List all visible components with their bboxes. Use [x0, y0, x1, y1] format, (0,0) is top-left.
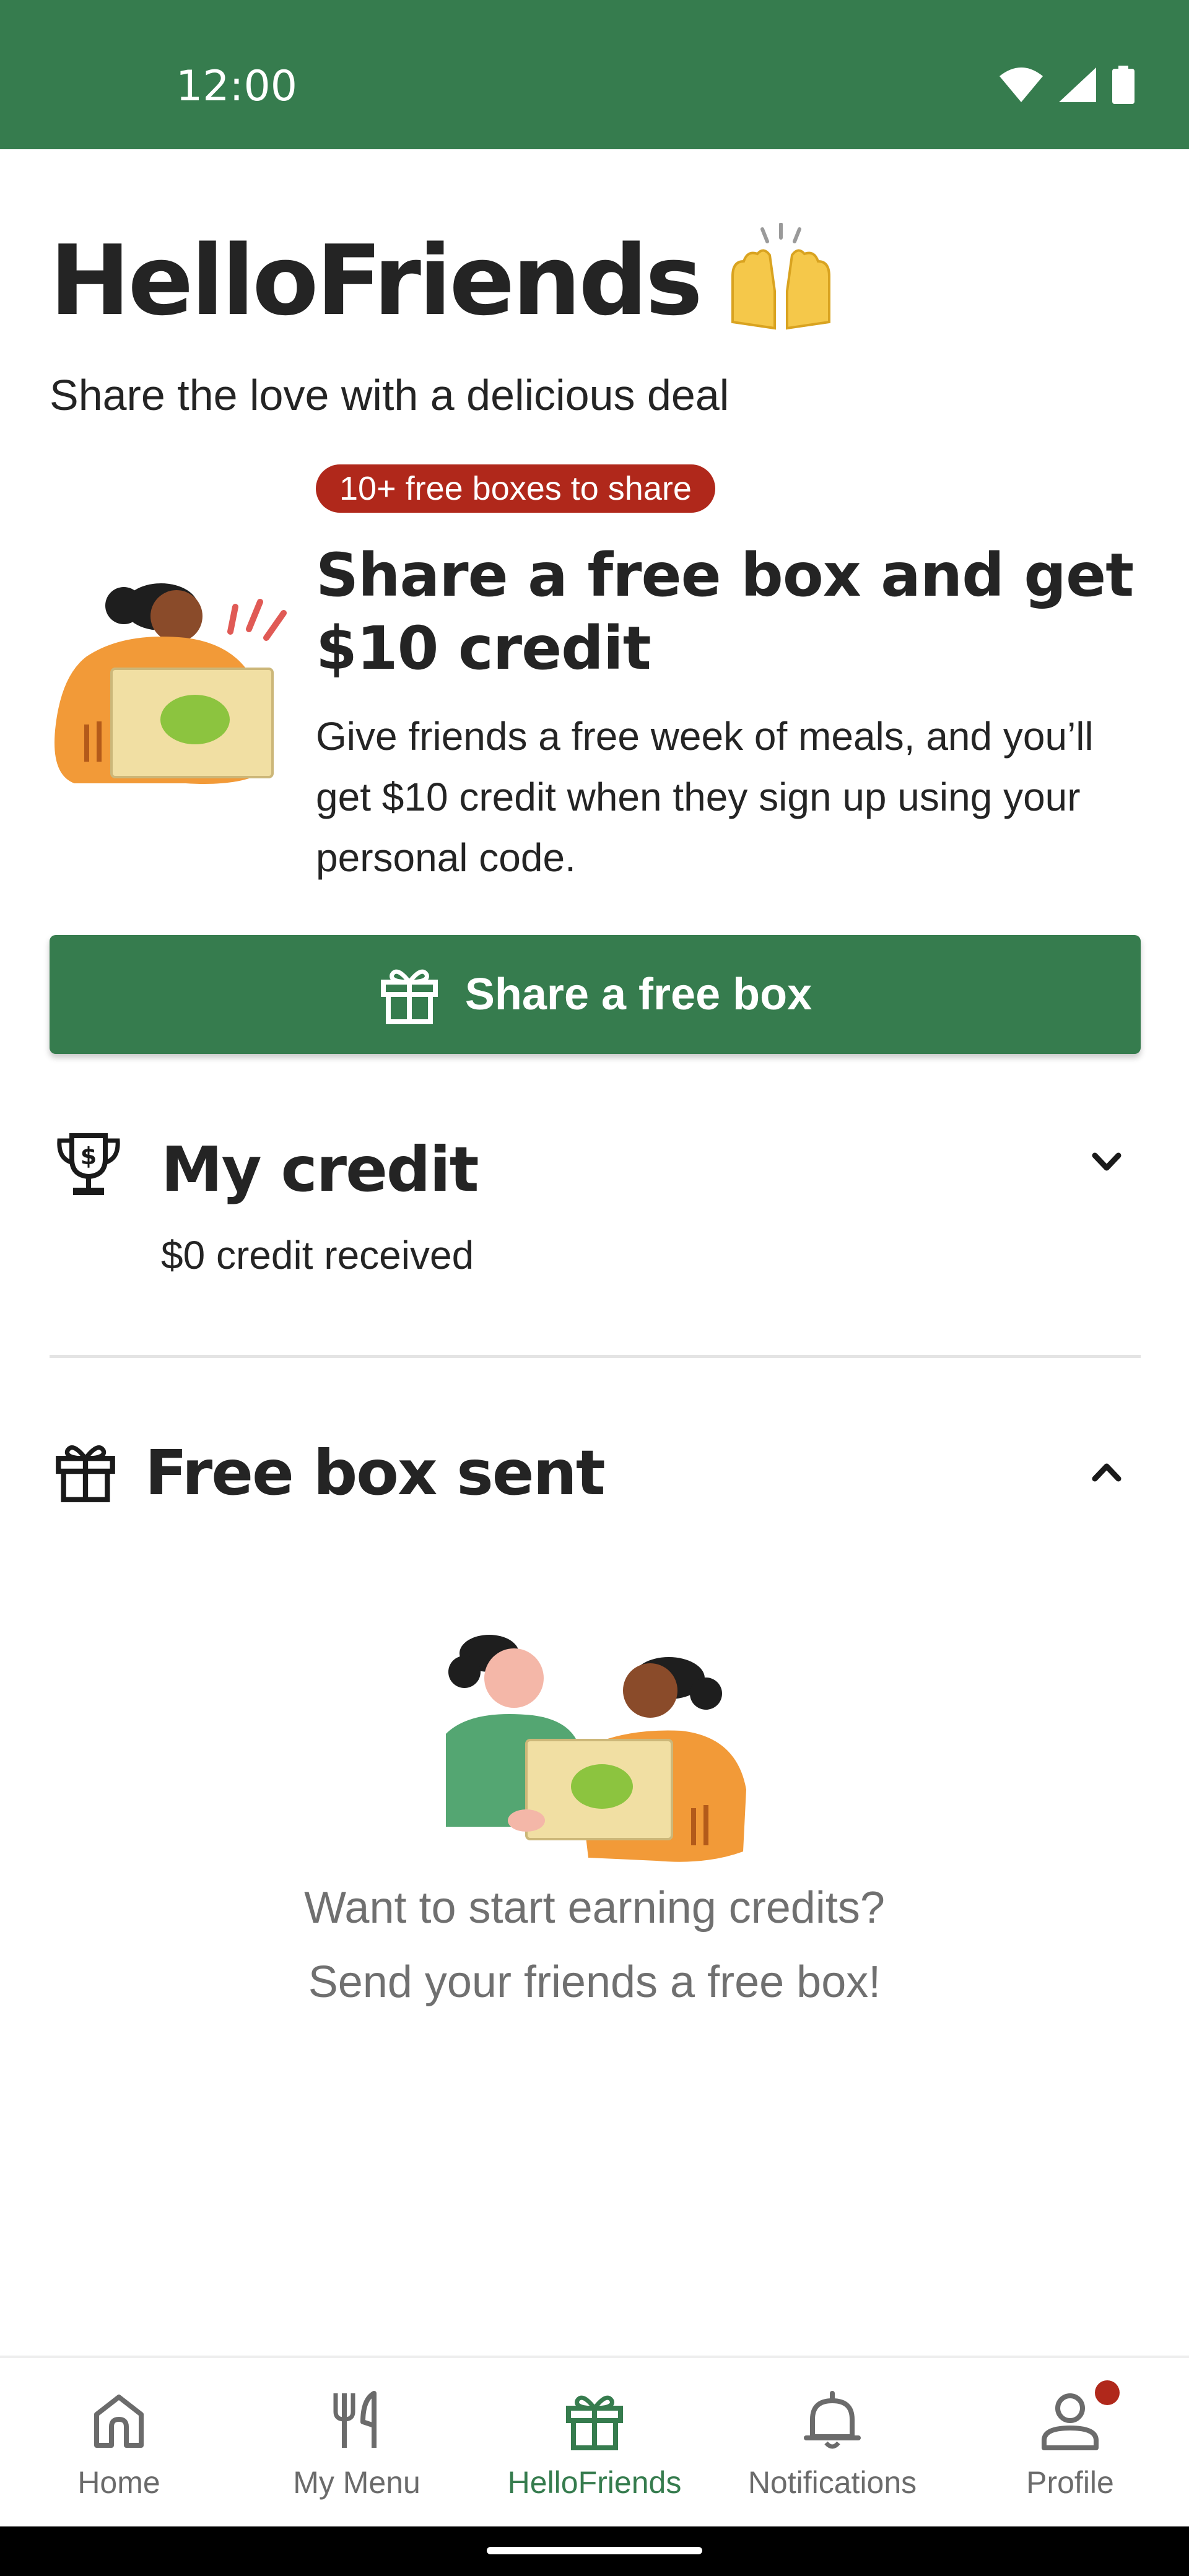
empty-state-line2: Send your friends a free box! — [308, 1957, 881, 2007]
free-boxes-badge: 10+ free boxes to share — [316, 464, 715, 513]
share-free-box-button[interactable]: Share a free box — [50, 935, 1141, 1054]
my-credit-title: My credit — [161, 1133, 479, 1206]
wifi-icon — [1000, 67, 1043, 102]
gift-icon — [380, 969, 438, 1024]
chevron-down-icon[interactable] — [1091, 1152, 1122, 1176]
home-icon — [89, 2387, 149, 2455]
nav-item-profile[interactable]: Profile — [951, 2358, 1189, 2526]
profile-icon — [1039, 2380, 1120, 2455]
fork-knife-icon — [327, 2387, 386, 2455]
bottom-nav: Home My Menu HelloFriends Notifications … — [0, 2356, 1189, 2526]
nav-label-profile: Profile — [1026, 2465, 1114, 2500]
nav-label-home: Home — [77, 2465, 160, 2500]
empty-state-line1: Want to start earning credits? — [304, 1883, 885, 1933]
my-credit-section[interactable]: $ My credit $0 credit received — [50, 1102, 1141, 1356]
nav-label-hellofriends: HelloFriends — [507, 2465, 682, 2500]
notification-dot — [1095, 2380, 1120, 2405]
free-box-sent-title: Free box sent — [145, 1437, 606, 1509]
nav-item-home[interactable]: Home — [0, 2358, 238, 2526]
title-row: HelloFriends — [50, 222, 837, 337]
share-box-illustration — [50, 570, 297, 796]
nav-item-hellofriends[interactable]: HelloFriends — [476, 2358, 713, 2526]
system-gesture-bar — [0, 2526, 1189, 2576]
gift-icon — [53, 1439, 118, 1507]
bell-icon — [801, 2387, 863, 2455]
page-title: HelloFriends — [50, 224, 703, 337]
friends-sharing-illustration — [433, 1622, 756, 1873]
promo-body: Give friends a free week of meals, and y… — [316, 714, 1094, 880]
signal-icon — [1059, 67, 1096, 102]
status-icons — [1000, 66, 1135, 104]
nav-label-my-menu: My Menu — [293, 2465, 420, 2500]
home-gesture-handle[interactable] — [487, 2547, 702, 2554]
nav-item-my-menu[interactable]: My Menu — [238, 2358, 476, 2526]
free-box-sent-section[interactable]: Free box sent — [50, 1399, 1141, 1548]
status-bar: 12:00 — [0, 0, 1189, 149]
section-divider — [50, 1355, 1141, 1358]
raising-hands-emoji — [725, 222, 837, 337]
svg-text:$: $ — [81, 1142, 97, 1170]
nav-label-notifications: Notifications — [747, 2465, 917, 2500]
nav-item-notifications[interactable]: Notifications — [713, 2358, 951, 2526]
trophy-icon: $ — [54, 1131, 123, 1202]
promo-heading: Share a free box and get $10 credit — [316, 541, 1134, 683]
status-time: 12:00 — [176, 62, 297, 111]
chevron-up-icon[interactable] — [1091, 1461, 1122, 1486]
page-subtitle: Share the love with a delicious deal — [50, 371, 730, 419]
credit-received-text: $0 credit received — [161, 1233, 474, 1277]
battery-icon — [1112, 66, 1135, 104]
gift-icon — [564, 2387, 625, 2455]
share-button-label: Share a free box — [464, 970, 812, 1019]
